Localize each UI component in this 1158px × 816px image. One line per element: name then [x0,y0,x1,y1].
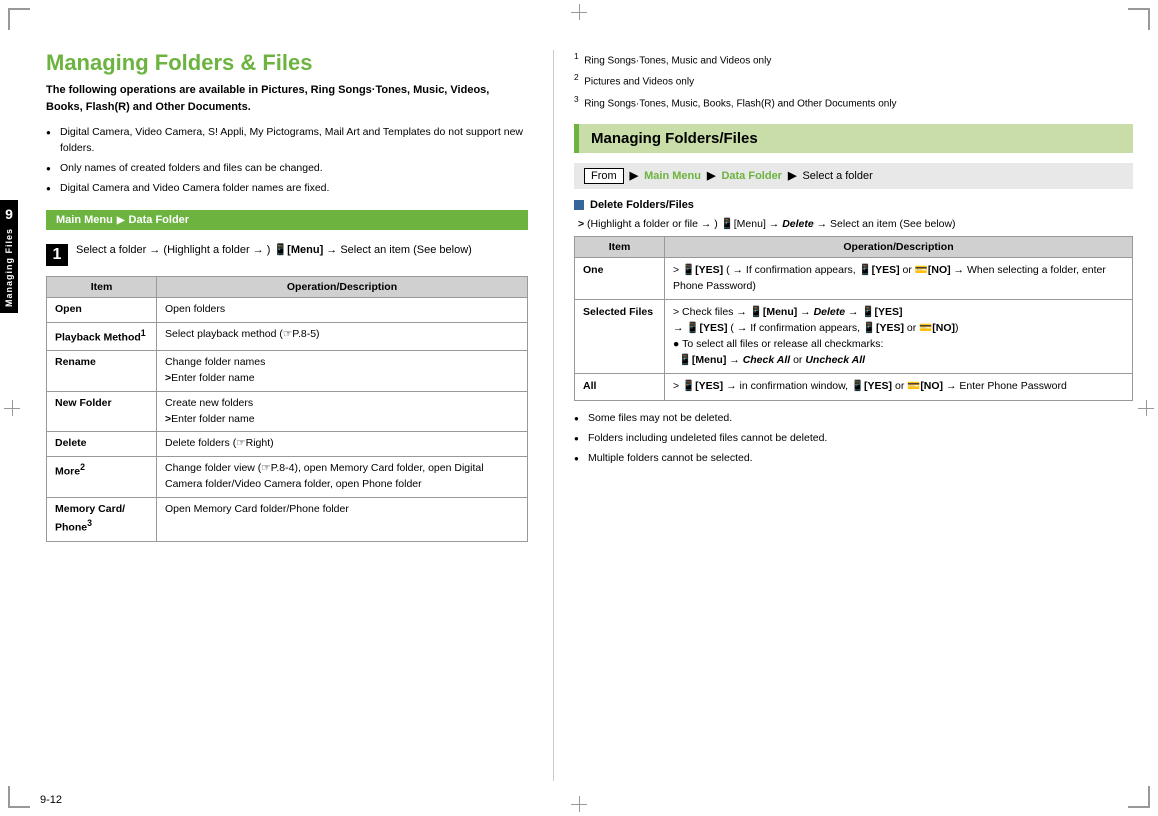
right-main-menu: Main Menu [644,170,701,182]
table-row: Selected Files > Check files → 📱[Menu] →… [575,300,1133,374]
main-menu-label: Main Menu [56,214,113,226]
table-row: All > 📱[YES] → in confirmation window, 📱… [575,374,1133,401]
right-table-cell-item: All [575,374,665,401]
footnotes: 1 Ring Songs·Tones, Music and Videos onl… [574,50,1133,112]
bullet-item: Only names of created folders and files … [46,161,528,177]
right-data-table: Item Operation/Description One > 📱[YES] … [574,236,1133,401]
corner-mark-br [1128,786,1150,808]
delete-section-title: Delete Folders/Files [574,199,1133,211]
blue-square-icon [574,200,584,210]
right-select-folder: Select a folder [802,170,872,182]
table-cell-item: Rename [47,351,157,392]
table-cell-desc: Open Memory Card folder/Phone folder [157,497,528,541]
from-bar: From ▶ Main Menu ▶ Data Folder ▶ Select … [574,163,1133,189]
table-cell-item: Delete [47,432,157,457]
delete-step: > (Highlight a folder or file → ) 📱[Menu… [574,217,1133,230]
delete-bullet: Some files may not be deleted. [574,411,1133,427]
table-cell-desc: Change folder names>Enter folder name [157,351,528,392]
right-table-cell-desc: > 📱[YES] ( → If confirmation appears, 📱[… [665,257,1133,300]
table-row: Memory Card/Phone3 Open Memory Card fold… [47,497,528,541]
table-header-op: Operation/Description [157,277,528,298]
step-1-text: Select a folder → (Highlight a folder → … [76,242,472,259]
table-row: Rename Change folder names>Enter folder … [47,351,528,392]
table-cell-item: Memory Card/Phone3 [47,497,157,541]
table-cell-desc: Delete folders (☞Right) [157,432,528,457]
left-nav-bar: Main Menu ▶ Data Folder [46,210,528,230]
right-table-cell-item: Selected Files [575,300,665,374]
bullet-list: Digital Camera, Video Camera, S! Appli, … [46,125,528,196]
nav-arrow: ▶ [117,215,125,226]
corner-mark-tl [8,8,30,30]
footnote-1: 1 Ring Songs·Tones, Music and Videos onl… [574,50,1133,69]
delete-title-text: Delete Folders/Files [590,199,694,211]
right-table-cell-item: One [575,257,665,300]
corner-mark-bl [8,786,30,808]
page-number: 9-12 [40,794,62,806]
table-row: Playback Method1 Select playback method … [47,323,528,351]
table-cell-item: Open [47,298,157,323]
bullet-item: Digital Camera, Video Camera, S! Appli, … [46,125,528,157]
delete-section: Delete Folders/Files > (Highlight a fold… [574,199,1133,467]
delete-bullets: Some files may not be deleted. Folders i… [574,411,1133,466]
from-label: From [584,168,624,184]
chapter-sidebar: 9 Managing Files [0,200,18,313]
right-table-header-op: Operation/Description [665,236,1133,257]
left-data-table: Item Operation/Description Open Open fol… [46,276,528,541]
right-table-cell-desc: > Check files → 📱[Menu] → Delete → 📱[YES… [665,300,1133,374]
right-section-header: Managing Folders/Files [574,124,1133,153]
bullet-item: Digital Camera and Video Camera folder n… [46,181,528,197]
chapter-label: Managing Files [4,228,14,307]
table-cell-desc: Open folders [157,298,528,323]
column-divider [553,50,554,781]
left-column: Managing Folders & Files The following o… [28,50,548,781]
table-row: Open Open folders [47,298,528,323]
right-data-folder: Data Folder [721,170,782,182]
right-table-cell-desc: > 📱[YES] → in confirmation window, 📱[YES… [665,374,1133,401]
table-cell-desc: Select playback method (☞P.8-5) [157,323,528,351]
delete-bullet: Folders including undeleted files cannot… [574,431,1133,447]
footnote-3: 3 Ring Songs·Tones, Music, Books, Flash(… [574,93,1133,112]
side-mark-right [1138,400,1154,416]
corner-mark-tr [1128,8,1150,30]
table-row: One > 📱[YES] ( → If confirmation appears… [575,257,1133,300]
right-column: 1 Ring Songs·Tones, Music and Videos onl… [559,50,1133,781]
table-row: Delete Delete folders (☞Right) [47,432,528,457]
table-cell-item: More2 [47,457,157,498]
table-cell-item: New Folder [47,391,157,432]
chapter-number: 9 [5,206,13,222]
intro-text: The following operations are available i… [46,82,528,115]
center-mark-bottom [571,796,587,812]
delete-bullet: Multiple folders cannot be selected. [574,451,1133,467]
from-arrow: ▶ [630,169,638,182]
step-1-row: 1 Select a folder → (Highlight a folder … [46,242,528,266]
nav-arrow-3: ▶ [788,169,796,182]
data-folder-label: Data Folder [129,214,190,226]
page-title: Managing Folders & Files [46,50,528,76]
table-row: More2 Change folder view (☞P.8-4), open … [47,457,528,498]
side-mark-left [4,400,20,416]
nav-arrow-2: ▶ [707,169,715,182]
center-mark-top [571,4,587,20]
table-row: New Folder Create new folders>Enter fold… [47,391,528,432]
table-cell-desc: Create new folders>Enter folder name [157,391,528,432]
table-cell-item: Playback Method1 [47,323,157,351]
footnote-2: 2 Pictures and Videos only [574,71,1133,90]
table-cell-desc: Change folder view (☞P.8-4), open Memory… [157,457,528,498]
step-1-number: 1 [46,244,68,266]
right-table-header-item: Item [575,236,665,257]
table-header-item: Item [47,277,157,298]
